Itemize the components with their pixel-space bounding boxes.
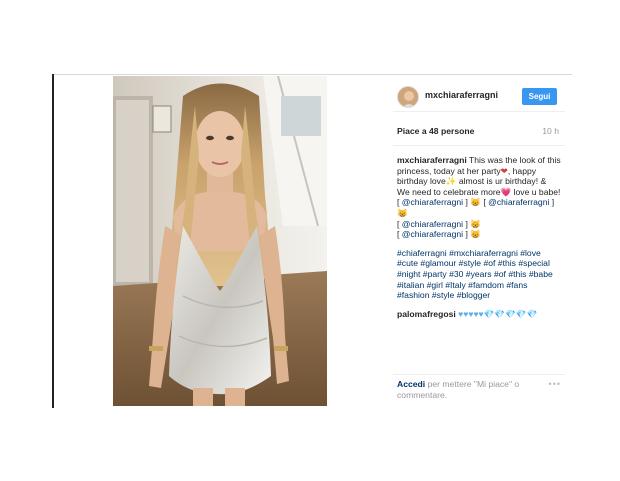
login-prompt: Accedi per mettere "Mi piace" o commenta…: [393, 374, 565, 406]
comment: palomafregosi ♥♥♥♥♥💎💎💎💎💎: [397, 309, 561, 320]
photo-image: [113, 76, 327, 406]
comment-text: ♥♥♥♥♥💎💎💎💎💎: [458, 308, 538, 319]
mention-3[interactable]: @chiaraferragni: [402, 219, 463, 229]
comments-list: mxchiaraferragni This was the look of th…: [393, 146, 565, 319]
mention-1[interactable]: @chiaraferragni: [402, 197, 463, 207]
caption-text-4: love u babe!: [511, 186, 561, 197]
post-time[interactable]: 10 h: [542, 126, 559, 136]
username[interactable]: mxchiaraferragni: [425, 90, 498, 100]
caption-username[interactable]: mxchiaraferragni: [397, 155, 467, 165]
sparkles-icon: ✨: [445, 176, 457, 187]
cat-emoji-icon: 😸: [470, 197, 481, 208]
post-photo[interactable]: [113, 76, 327, 406]
page: mxchiaraferragni Segui Piace a 48 person…: [0, 0, 620, 481]
cat-emoji-icon: 😸: [397, 207, 408, 218]
login-link[interactable]: Accedi: [397, 379, 425, 389]
mention-4[interactable]: @chiaraferragni: [402, 229, 463, 239]
cat-emoji-icon: 😸: [470, 218, 481, 229]
mention-2[interactable]: @chiaraferragni: [488, 197, 549, 207]
post-header: mxchiaraferragni Segui: [393, 82, 565, 112]
avatar-image: [398, 87, 418, 107]
more-options-icon[interactable]: •••: [549, 379, 561, 390]
hashtags[interactable]: #chiaferragni #mxchiaraferragni #love #c…: [397, 248, 561, 301]
cat-emoji-icon: 😸: [470, 229, 481, 240]
comment-username[interactable]: palomafregosi: [397, 309, 456, 319]
post-sidebar: mxchiaraferragni Segui Piace a 48 person…: [393, 82, 565, 404]
caption: mxchiaraferragni This was the look of th…: [397, 155, 561, 240]
likes-row: Piace a 48 persone 10 h: [393, 124, 565, 146]
divider: [52, 74, 54, 408]
heart-icon: ❤: [500, 165, 508, 176]
pink-heart-icon: 💗: [500, 186, 512, 197]
likes-count[interactable]: Piace a 48 persone: [397, 126, 474, 136]
follow-button[interactable]: Segui: [522, 88, 557, 105]
avatar[interactable]: [397, 86, 419, 108]
